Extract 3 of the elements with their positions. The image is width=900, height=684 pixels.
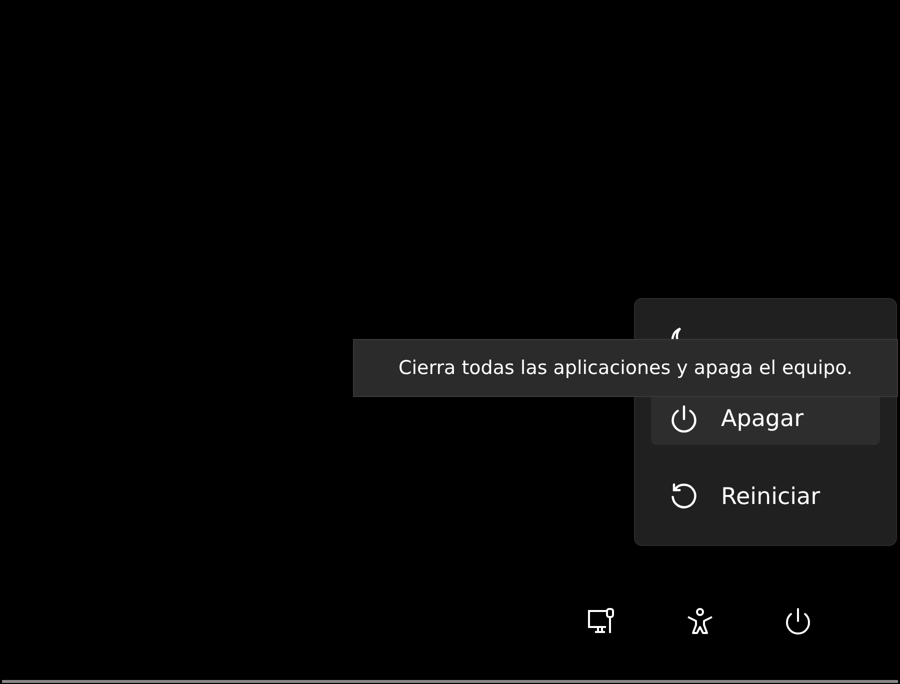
menu-item[interactable]: Reiniciar: [651, 471, 880, 523]
tooltip: Cierra todas las aplicaciones y apaga el equipo.: [353, 339, 898, 397]
power-icon: [669, 404, 699, 434]
